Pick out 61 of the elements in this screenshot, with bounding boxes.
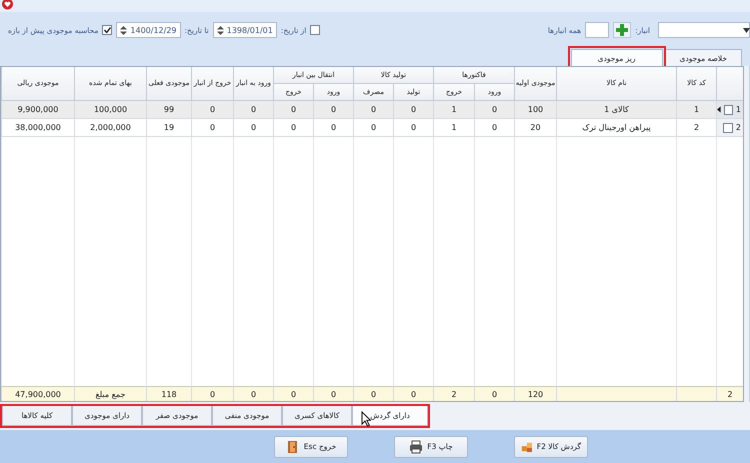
table-cell: 0 — [474, 119, 514, 137]
table-cell: 38,000,000 — [1, 119, 74, 137]
table-cell: کالای 1 — [556, 101, 676, 119]
table-cell: 0 — [393, 101, 433, 119]
total-cell: 0 — [273, 386, 313, 401]
spinner-icon — [120, 26, 128, 34]
table-cell: 20 — [514, 119, 556, 137]
total-cell: 0 — [474, 386, 514, 401]
plus-icon — [616, 24, 628, 36]
printer-icon — [409, 440, 424, 454]
table-cell: 0 — [393, 119, 433, 137]
total-cell: جمع مبلغ — [74, 386, 146, 401]
total-cell: 0 — [191, 386, 233, 401]
total-cell: 118 — [146, 386, 191, 401]
cursor-icon — [361, 411, 371, 427]
table-cell: 2,000,000 — [74, 119, 146, 137]
table-cell: 0 — [273, 101, 313, 119]
date-field[interactable]: 1400/12/29 — [116, 22, 181, 38]
table-cell: 0 — [191, 101, 233, 119]
table-cell: 0 — [233, 119, 273, 137]
dropdown-arrow-icon — [743, 28, 750, 33]
total-cell: 0 — [233, 386, 273, 401]
total-cell: 47,900,000 — [1, 386, 74, 401]
total-cell: 0 — [393, 386, 433, 401]
check-icon — [104, 27, 111, 33]
table-cell: 0 — [191, 119, 233, 137]
date-field[interactable]: 1398/01/01 — [212, 22, 277, 38]
spinner-icon — [216, 26, 224, 34]
total-cell: 120 — [514, 386, 556, 401]
checkbox[interactable] — [722, 122, 733, 132]
total-cell: 0 — [313, 386, 353, 401]
table-cell: 1 — [433, 119, 474, 137]
table-cell: 0 — [474, 101, 514, 119]
table-cell: 1 — [433, 101, 474, 119]
corner-header — [716, 67, 743, 101]
table-cell: 99 — [146, 101, 191, 119]
table-cell: 0 — [353, 101, 393, 119]
row-number: 1 — [736, 105, 741, 114]
table-cell: 0 — [233, 101, 273, 119]
warehouse-code-field[interactable] — [585, 22, 610, 38]
table-cell: 0 — [313, 101, 353, 119]
app-logo-icon — [2, 0, 13, 10]
checkbox[interactable] — [724, 104, 733, 114]
table-cell: 100 — [514, 101, 556, 119]
table-cell: 2 — [676, 119, 716, 137]
add-button[interactable] — [613, 22, 632, 38]
total-cell: 0 — [353, 386, 393, 401]
table-cell: 0 — [273, 119, 313, 137]
row-number: 2 — [736, 123, 741, 132]
table-cell: 1 — [676, 101, 716, 119]
total-cell: 2 — [433, 386, 474, 401]
table-cell: 100,000 — [74, 101, 146, 119]
table-cell: 19 — [146, 119, 191, 137]
door-icon — [286, 440, 300, 454]
table-cell: 9,900,000 — [1, 101, 74, 119]
checkbox[interactable] — [310, 25, 320, 35]
checkbox[interactable] — [102, 25, 112, 35]
table-cell: 0 — [353, 119, 393, 137]
table-cell: 0 — [313, 119, 353, 137]
table-cell: پیراهن اورجینال ترک — [556, 119, 676, 137]
total-count: 2 — [716, 386, 743, 401]
